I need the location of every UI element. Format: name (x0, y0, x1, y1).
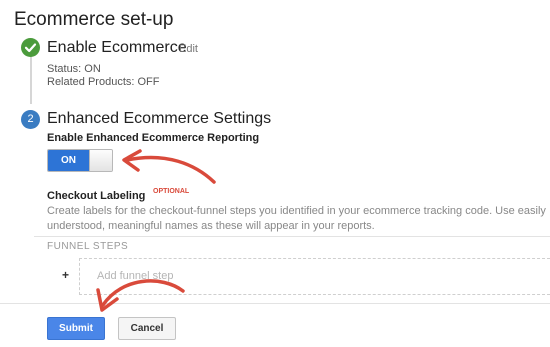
red-arrow-icon (122, 149, 216, 184)
page-title: Ecommerce set-up (14, 9, 174, 30)
toggle-on-label: ON (48, 150, 89, 171)
step2-title: Enhanced Ecommerce Settings (47, 110, 272, 127)
section-divider (34, 236, 550, 237)
step-connector (30, 56, 32, 104)
check-icon (21, 38, 40, 57)
status-line: Status: ON (47, 63, 101, 75)
add-icon[interactable]: + (62, 268, 69, 282)
step1-title: Enable Ecommerce (47, 39, 187, 56)
related-products-line: Related Products: OFF (47, 76, 160, 88)
optional-tag: OPTIONAL (153, 188, 190, 195)
checkout-description: Create labels for the checkout-funnel st… (47, 205, 546, 232)
add-funnel-step-field[interactable]: Add funnel step (79, 258, 550, 295)
funnel-steps-heading: FUNNEL STEPS (47, 241, 129, 252)
cancel-button[interactable]: Cancel (118, 317, 176, 340)
add-funnel-step-placeholder: Add funnel step (97, 270, 174, 282)
reporting-label: Enable Enhanced Ecommerce Reporting (47, 132, 260, 144)
footer-divider (0, 303, 550, 304)
edit-link[interactable]: Edit (179, 43, 198, 55)
toggle-knob[interactable] (89, 150, 112, 171)
enhanced-reporting-toggle[interactable]: ON (47, 149, 113, 172)
checkout-labeling-heading: Checkout Labeling (47, 190, 146, 202)
submit-button[interactable]: Submit (47, 317, 105, 340)
step2-number-badge: 2 (21, 110, 40, 129)
step1-status: Status: ON Related Products: OFF (47, 63, 160, 89)
